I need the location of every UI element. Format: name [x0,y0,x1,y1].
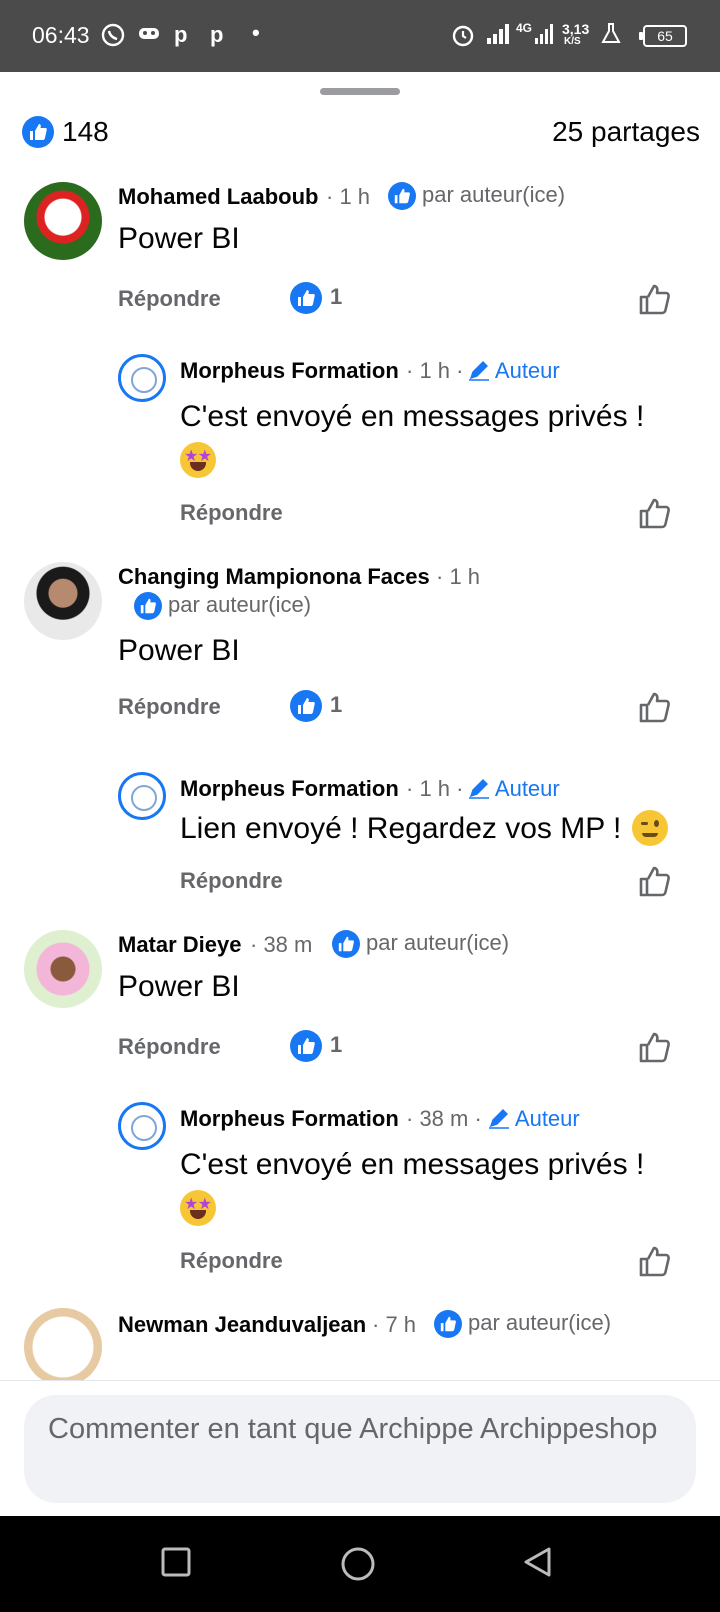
reply-button[interactable]: Répondre [118,286,221,312]
post-summary: 148 25 partages [22,114,700,154]
reply-button[interactable]: Répondre [180,868,283,894]
star-struck-emoji [180,1190,216,1226]
whatsapp-icon [100,22,126,54]
comment-time: · 38 m [250,932,313,957]
comment-author-name[interactable]: Newman Jeanduvaljean [118,1312,366,1338]
like-button-icon[interactable] [638,864,672,898]
reply-time: · 1 h · [406,358,464,383]
reply-text: C'est envoyé en messages privés ! [180,1148,645,1181]
pencil-icon [469,361,489,381]
avatar[interactable] [24,182,102,260]
flask-icon [600,22,622,52]
reply-time: · 38 m · [406,1106,482,1131]
avatar[interactable] [118,772,166,820]
author-badge: Auteur [488,1106,580,1132]
reply-author-name[interactable]: Morpheus Formation [180,1106,399,1132]
author-badge-label: Auteur [494,776,560,801]
status-time: 06:43 [32,22,90,48]
reply-button[interactable]: Répondre [180,1248,283,1274]
pencil-icon [469,779,489,799]
like-reaction-icon [290,1030,322,1062]
winking-emoji [632,810,668,846]
signal-icon [534,22,556,52]
comments-sheet: 148 25 partages Mohamed Laaboub · 1 h pa… [0,72,720,1516]
comment-author-name[interactable]: Matar Dieye [118,932,242,958]
reaction-count[interactable]: 1 [290,1030,342,1062]
drag-handle[interactable] [320,88,400,95]
shares-count[interactable]: 25 partages [552,116,700,148]
avatar[interactable] [24,562,102,640]
signal-icon [486,22,512,52]
like-button-icon[interactable] [638,1244,672,1278]
comment-text: Power BI [118,634,240,667]
reply-button[interactable]: Répondre [118,694,221,720]
reaction-count-value: 1 [330,1031,343,1057]
author-badge-label: Auteur [494,358,560,383]
liked-by-author-label: par auteur(ice) [168,592,312,617]
reply-text: Lien envoyé ! Regardez vos MP ! [180,812,622,845]
comment-composer-bar: Commenter en tant que Archippe Archippes… [0,1380,720,1516]
network-type: 4G [516,21,533,35]
comment-text: Power BI [118,222,240,255]
like-reaction-icon [290,690,322,722]
like-reaction-icon [332,930,360,959]
reaction-count[interactable]: 1 [290,690,342,722]
reply-button[interactable]: Répondre [118,1034,221,1060]
p-app-icon: p [210,22,224,47]
like-reaction-icon [290,282,322,314]
like-reaction-icon [22,116,54,148]
battery-indicator: 65 [639,25,687,47]
like-reaction-icon [134,592,162,621]
comment-text: Power BI [118,970,240,1003]
reply-text: C'est envoyé en messages privés ! [180,400,645,433]
comment-author-name[interactable]: Mohamed Laaboub [118,184,318,210]
like-reaction-icon [434,1310,462,1339]
gamepad-icon [138,22,160,50]
liked-by-author-label: par auteur(ice) [366,930,510,955]
star-struck-emoji [180,442,216,478]
reply-button[interactable]: Répondre [180,500,283,526]
reply-author-name[interactable]: Morpheus Formation [180,776,399,802]
liked-by-author: par auteur(ice) [332,930,510,959]
notification-dot-icon: • [252,20,260,45]
like-button-icon[interactable] [638,690,672,724]
network-speed: 3,13 [562,21,590,37]
liked-by-author-label: par auteur(ice) [468,1310,612,1335]
liked-by-author: par auteur(ice) [134,592,312,621]
liked-by-author: par auteur(ice) [388,182,566,211]
reply-author-name[interactable]: Morpheus Formation [180,358,399,384]
back-icon[interactable] [522,1546,558,1582]
avatar[interactable] [118,1102,166,1150]
reaction-count[interactable]: 1 [290,282,342,314]
like-count[interactable]: 148 [62,116,109,148]
like-button-icon[interactable] [638,1030,672,1064]
status-bar: 06:43 p p • 4G 3,13 K/S 65 [0,0,720,72]
pencil-icon [489,1109,509,1129]
like-button-icon[interactable] [638,282,672,316]
reply-time: · 1 h · [406,776,464,801]
author-badge: Auteur [468,358,560,384]
liked-by-author-label: par auteur(ice) [422,182,566,207]
comment-time: · 1 h [436,564,481,589]
home-icon[interactable] [340,1546,376,1582]
recents-icon[interactable] [160,1546,196,1582]
reaction-count-value: 1 [330,283,343,309]
network-speed-unit: K/S [564,36,581,47]
reaction-count-value: 1 [330,691,343,717]
comment-time: · 1 h [326,184,371,209]
p-app-icon: p [174,22,188,47]
comment-author-name[interactable]: Changing Mampionona Faces [118,564,430,590]
like-button-icon[interactable] [638,496,672,530]
comment-time: · 7 h [372,1312,417,1337]
like-reaction-icon [388,182,416,211]
avatar[interactable] [118,354,166,402]
comment-input[interactable]: Commenter en tant que Archippe Archippes… [24,1395,696,1503]
author-badge: Auteur [468,776,560,802]
liked-by-author: par auteur(ice) [434,1310,612,1339]
system-nav-bar [0,1516,720,1612]
author-badge-label: Auteur [514,1106,580,1131]
alarm-icon [450,22,476,54]
avatar[interactable] [24,1308,102,1386]
avatar[interactable] [24,930,102,1008]
